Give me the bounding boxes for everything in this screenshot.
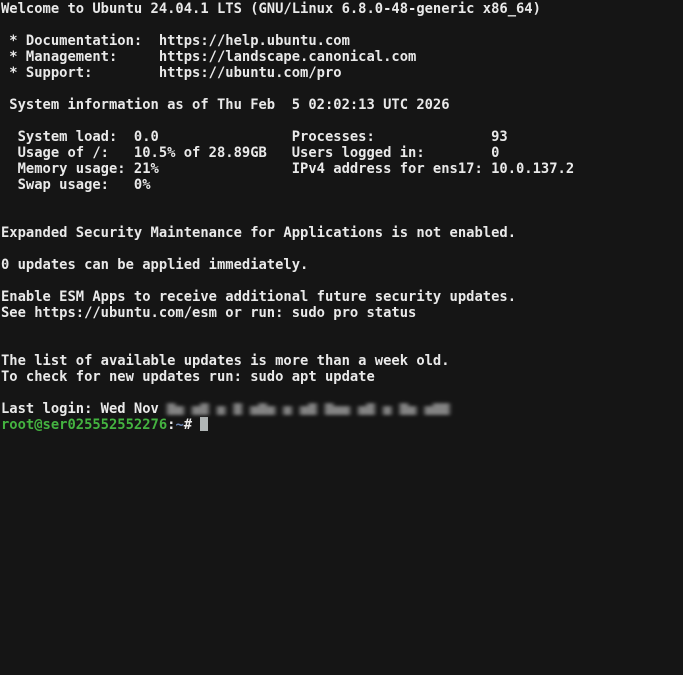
- prompt-user-host: root@ser025552552276: [1, 417, 167, 433]
- terminal-line-esm-enable: Enable ESM Apps to receive additional fu…: [1, 289, 683, 305]
- terminal-line-disk-usage: Usage of /: 10.5% of 28.89GB Users logge…: [1, 145, 683, 161]
- terminal-line-swap-usage: Swap usage: 0%: [1, 177, 683, 193]
- terminal-line: [1, 385, 683, 401]
- terminal-line: [1, 241, 683, 257]
- terminal-line: [1, 321, 683, 337]
- terminal-cursor: [200, 417, 208, 431]
- terminal-line-welcome: Welcome to Ubuntu 24.04.1 LTS (GNU/Linux…: [1, 1, 683, 17]
- terminal-screen[interactable]: Welcome to Ubuntu 24.04.1 LTS (GNU/Linux…: [0, 0, 683, 675]
- terminal-line: [1, 113, 683, 129]
- terminal-line: [1, 193, 683, 209]
- last-login-prefix: Last login: Wed Nov: [1, 401, 167, 417]
- terminal-line-esm-status: Expanded Security Maintenance for Applic…: [1, 225, 683, 241]
- last-login-redacted-blur: █▆ ▆█ ▆ █ ▆█▆ ▆ ▆█ █▆▆ ▆█ ▆ █▆ ▆██: [167, 404, 449, 416]
- terminal-line-sysinfo-header: System information as of Thu Feb 5 02:02…: [1, 97, 683, 113]
- terminal-line-documentation: * Documentation: https://help.ubuntu.com: [1, 33, 683, 49]
- terminal-line-management: * Management: https://landscape.canonica…: [1, 49, 683, 65]
- prompt-cwd: ~: [175, 417, 183, 433]
- terminal-line: [1, 17, 683, 33]
- prompt-symbol: #: [184, 417, 201, 433]
- terminal-line-apt-update-hint: To check for new updates run: sudo apt u…: [1, 369, 683, 385]
- terminal-line: [1, 337, 683, 353]
- terminal-line-esm-see: See https://ubuntu.com/esm or run: sudo …: [1, 305, 683, 321]
- terminal-line-updates-count: 0 updates can be applied immediately.: [1, 257, 683, 273]
- terminal-line-support: * Support: https://ubuntu.com/pro: [1, 65, 683, 81]
- terminal-line: [1, 81, 683, 97]
- prompt-line[interactable]: root@ser025552552276:~#: [1, 417, 683, 433]
- terminal-line-memory-usage: Memory usage: 21% IPv4 address for ens17…: [1, 161, 683, 177]
- terminal-line-system-load: System load: 0.0 Processes: 93: [1, 129, 683, 145]
- terminal-line: [1, 209, 683, 225]
- terminal-line-updates-old: The list of available updates is more th…: [1, 353, 683, 369]
- terminal-line: [1, 273, 683, 289]
- last-login-line: Last login: Wed Nov █▆ ▆█ ▆ █ ▆█▆ ▆ ▆█ █…: [1, 401, 683, 417]
